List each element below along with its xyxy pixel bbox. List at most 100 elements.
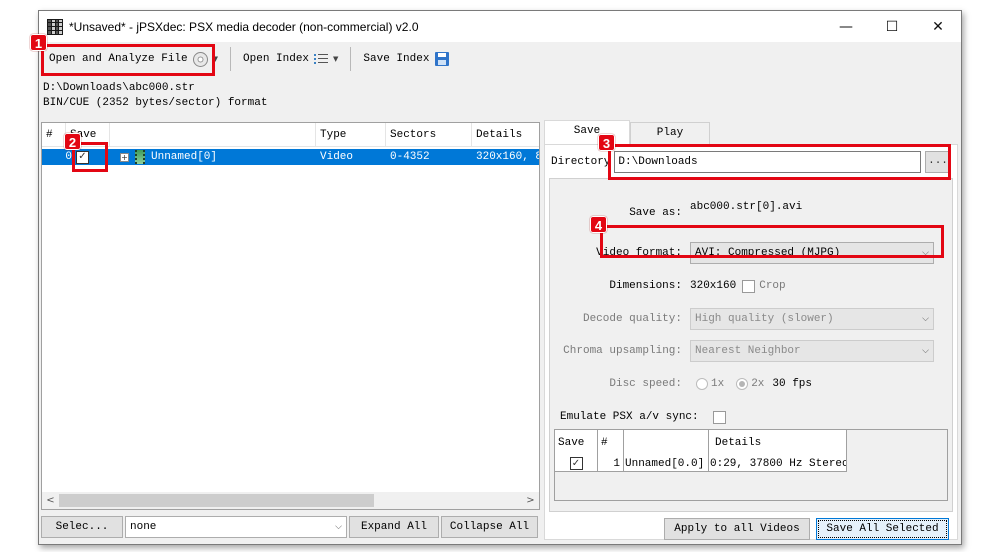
audio-track-name: Unnamed[0.0] — [624, 456, 709, 471]
dimensions-value: 320x160 — [690, 280, 737, 292]
row-name: Unnamed[0] — [151, 151, 218, 163]
app-window: *Unsaved* - jPSXdec: PSX media decoder (… — [38, 10, 962, 545]
save-all-selected-button[interactable]: Save All Selected — [816, 518, 949, 540]
audio-track-index: 1 — [598, 456, 624, 471]
directory-row: Directory D:\Downloads ... — [551, 151, 951, 173]
dimensions-label: Dimensions: — [609, 280, 682, 292]
horizontal-scrollbar[interactable]: < > — [42, 492, 539, 509]
audio-track-row[interactable]: ✓ 1 Unnamed[0.0] 0:29, 37800 Hz Stereo — [555, 456, 847, 472]
step-badge-4: 4 — [590, 216, 607, 233]
chroma-upsampling-value: Nearest Neighbor — [695, 345, 801, 357]
directory-label: Directory — [551, 156, 611, 168]
column-header-details[interactable]: Details — [472, 123, 539, 147]
tab-play[interactable]: Play — [630, 122, 710, 144]
save-index-button[interactable]: Save Index — [357, 47, 455, 71]
close-button[interactable]: ✕ — [915, 11, 961, 42]
audio-column-index[interactable]: # — [598, 430, 624, 456]
tree-header: # Save Type Sectors Details — [42, 123, 539, 147]
column-header-name[interactable] — [110, 123, 316, 147]
apply-to-all-videos-button[interactable]: Apply to all Videos — [664, 518, 810, 540]
emulate-sync-checkbox[interactable] — [712, 410, 726, 424]
app-icon — [47, 18, 63, 35]
scroll-left-icon[interactable]: < — [42, 495, 59, 506]
video-format-dropdown[interactable]: AVI: Compressed (MJPG) ⌵ — [690, 242, 934, 264]
window-title: *Unsaved* - jPSXdec: PSX media decoder (… — [69, 19, 419, 34]
select-filter-value: none — [130, 521, 157, 533]
save-as-label: Save as: — [629, 207, 682, 219]
disc-speed-2x-label: 2x — [751, 378, 765, 390]
disc-speed-1x-label: 1x — [711, 378, 725, 390]
toolbar: Open and Analyze File ▼ Open Index ▼ Sav… — [39, 43, 961, 75]
open-analyze-file-label: Open and Analyze File — [49, 53, 188, 65]
open-index-button[interactable]: Open Index ▼ — [237, 47, 344, 71]
column-header-type[interactable]: Type — [316, 123, 386, 147]
video-film-icon — [135, 150, 145, 164]
tree-bottom-bar: Selec... none ⌵ Expand All Collapse All — [41, 516, 540, 538]
title-bar: *Unsaved* - jPSXdec: PSX media decoder (… — [39, 11, 961, 42]
emulate-sync-label: Emulate PSX a/v sync: — [560, 411, 699, 423]
toolbar-separator — [350, 47, 352, 71]
open-index-label: Open Index — [243, 53, 310, 65]
audio-save-checkbox[interactable]: ✓ — [569, 457, 583, 470]
floppy-disk-icon — [435, 52, 450, 66]
column-header-index[interactable]: # — [42, 123, 66, 147]
row-sectors: 0-4352 — [390, 151, 430, 163]
audio-column-name[interactable] — [624, 430, 709, 456]
decode-quality-label: Decode quality: — [582, 313, 682, 325]
list-icon — [314, 53, 329, 65]
file-format: BIN/CUE (2352 bytes/sector) format — [43, 97, 268, 109]
browse-button[interactable]: ... — [925, 151, 951, 173]
select-button[interactable]: Selec... — [41, 516, 123, 538]
audio-column-save[interactable]: Save — [555, 430, 598, 456]
audio-table-header: Save # Details — [555, 430, 847, 456]
chroma-upsampling-label: Chroma upsampling: — [563, 345, 682, 357]
video-format-value: AVI: Compressed (MJPG) — [695, 247, 841, 259]
chevron-down-icon: ⌵ — [922, 314, 929, 324]
tab-bar: Save Play — [544, 120, 710, 144]
media-tree: # Save Type Sectors Details 0 ✓ + Unname… — [41, 122, 540, 510]
file-path: D:\Downloads\abc000.str — [43, 82, 195, 94]
audio-tracks-table: Save # Details ✓ 1 Unnamed[0.0] 0:29, 37… — [554, 429, 948, 501]
audio-column-details[interactable]: Details — [709, 430, 847, 456]
dropdown-arrow-icon[interactable]: ▼ — [333, 55, 338, 63]
save-pane: Directory D:\Downloads ... Save as: abc0… — [544, 144, 958, 540]
chroma-upsampling-dropdown[interactable]: Nearest Neighbor ⌵ — [690, 340, 934, 362]
dropdown-arrow-icon[interactable]: ▼ — [213, 55, 218, 63]
open-analyze-file-button[interactable]: Open and Analyze File ▼ — [43, 47, 224, 71]
chevron-down-icon: ⌵ — [335, 522, 342, 532]
save-index-label: Save Index — [363, 53, 430, 65]
disc-icon — [192, 51, 208, 67]
tab-save[interactable]: Save — [544, 120, 630, 144]
tree-row[interactable]: 0 ✓ + Unnamed[0] Video 0-4352 320x160, 8… — [42, 149, 539, 165]
disc-speed-1x-radio[interactable] — [696, 378, 708, 390]
scroll-thumb[interactable] — [59, 494, 374, 507]
file-info: D:\Downloads\abc000.str BIN/CUE (2352 by… — [43, 81, 267, 111]
row-save-checkbox[interactable]: ✓ — [76, 150, 89, 164]
audio-track-details: 0:29, 37800 Hz Stereo — [710, 456, 847, 471]
disc-speed-label: Disc speed: — [609, 378, 682, 390]
crop-checkbox[interactable] — [742, 279, 756, 293]
scroll-track[interactable] — [59, 493, 522, 508]
chevron-down-icon: ⌵ — [922, 248, 929, 258]
expand-icon[interactable]: + — [120, 152, 129, 162]
minimize-button[interactable]: — — [823, 11, 869, 42]
decode-quality-value: High quality (slower) — [695, 313, 834, 325]
step-badge-1: 1 — [30, 34, 47, 51]
scroll-right-icon[interactable]: > — [522, 495, 539, 506]
toolbar-separator — [230, 47, 232, 71]
step-badge-3: 3 — [598, 134, 615, 151]
collapse-all-button[interactable]: Collapse All — [441, 516, 538, 538]
row-details: 320x160, 87 — [476, 151, 539, 163]
select-filter-dropdown[interactable]: none ⌵ — [125, 516, 347, 538]
row-index: 0 — [65, 151, 72, 163]
maximize-button[interactable]: ☐ — [869, 11, 915, 42]
video-options-panel: Save as: abc000.str[0].avi Video format:… — [549, 178, 953, 512]
disc-speed-2x-radio[interactable] — [736, 378, 749, 390]
column-header-sectors[interactable]: Sectors — [386, 123, 472, 147]
chevron-down-icon: ⌵ — [922, 346, 929, 356]
save-as-value: abc000.str[0].avi — [690, 201, 803, 213]
directory-input[interactable]: D:\Downloads — [614, 151, 921, 173]
decode-quality-dropdown[interactable]: High quality (slower) ⌵ — [690, 308, 934, 330]
video-format-label: Video format: — [596, 247, 682, 259]
expand-all-button[interactable]: Expand All — [349, 516, 439, 538]
